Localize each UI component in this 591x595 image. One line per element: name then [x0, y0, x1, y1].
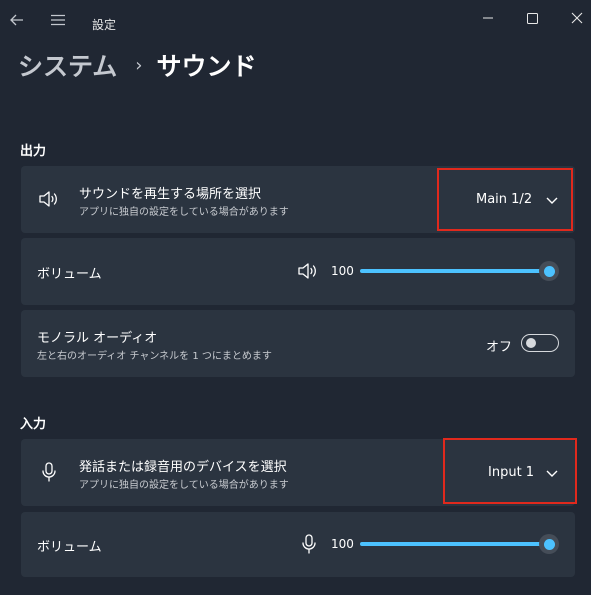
input-volume-slider-track[interactable] — [360, 542, 549, 546]
input-device-title: 発話または録音用のデバイスを選択 — [79, 460, 287, 475]
output-volume-value: 100 — [331, 264, 354, 278]
breadcrumb: システム › サウンド — [18, 48, 256, 82]
microphone-icon[interactable] — [297, 532, 321, 556]
input-device-subtitle: アプリに独自の設定をしている場合があります — [79, 480, 289, 491]
page-title: サウンド — [156, 52, 257, 81]
mono-audio-subtitle: 左と右のオーディオ チャンネルを 1 つにまとめます — [37, 351, 272, 362]
app-title: 設定 — [92, 18, 117, 32]
breadcrumb-parent-system[interactable]: システム — [18, 47, 117, 83]
maximize-button[interactable] — [519, 8, 545, 28]
mono-audio-title: モノラル オーディオ — [37, 331, 158, 346]
output-volume-label: ボリューム — [37, 267, 102, 282]
input-device-highlight-box — [443, 438, 577, 504]
mono-audio-card: モノラル オーディオ 左と右のオーディオ チャンネルを 1 つにまとめます オフ — [21, 310, 575, 377]
input-volume-label: ボリューム — [37, 540, 102, 555]
speaker-icon[interactable] — [296, 259, 320, 283]
output-volume-card: ボリューム 100 — [21, 238, 575, 305]
toggle-knob — [526, 338, 536, 348]
breadcrumb-separator: › — [135, 54, 143, 76]
input-section-header: 入力 — [20, 417, 47, 432]
title-bar: 設定 — [0, 0, 591, 40]
back-arrow-icon[interactable] — [6, 9, 28, 31]
output-volume-slider-track[interactable] — [360, 269, 549, 273]
output-device-title: サウンドを再生する場所を選択 — [79, 187, 262, 202]
output-volume-slider-thumb[interactable] — [539, 261, 559, 281]
hamburger-menu-icon[interactable] — [47, 9, 69, 31]
speaker-icon — [37, 187, 61, 211]
output-device-highlight-box — [437, 168, 573, 231]
mono-audio-state-label: オフ — [486, 340, 513, 355]
input-volume-value: 100 — [331, 537, 354, 551]
close-button[interactable] — [564, 8, 590, 28]
mono-audio-toggle[interactable] — [521, 334, 559, 352]
input-volume-card: ボリューム 100 — [21, 512, 575, 577]
input-volume-slider-thumb[interactable] — [539, 534, 559, 554]
microphone-icon — [37, 460, 61, 484]
minimize-button[interactable] — [475, 8, 501, 28]
output-device-subtitle: アプリに独自の設定をしている場合があります — [79, 207, 289, 218]
output-section-header: 出力 — [20, 144, 47, 159]
